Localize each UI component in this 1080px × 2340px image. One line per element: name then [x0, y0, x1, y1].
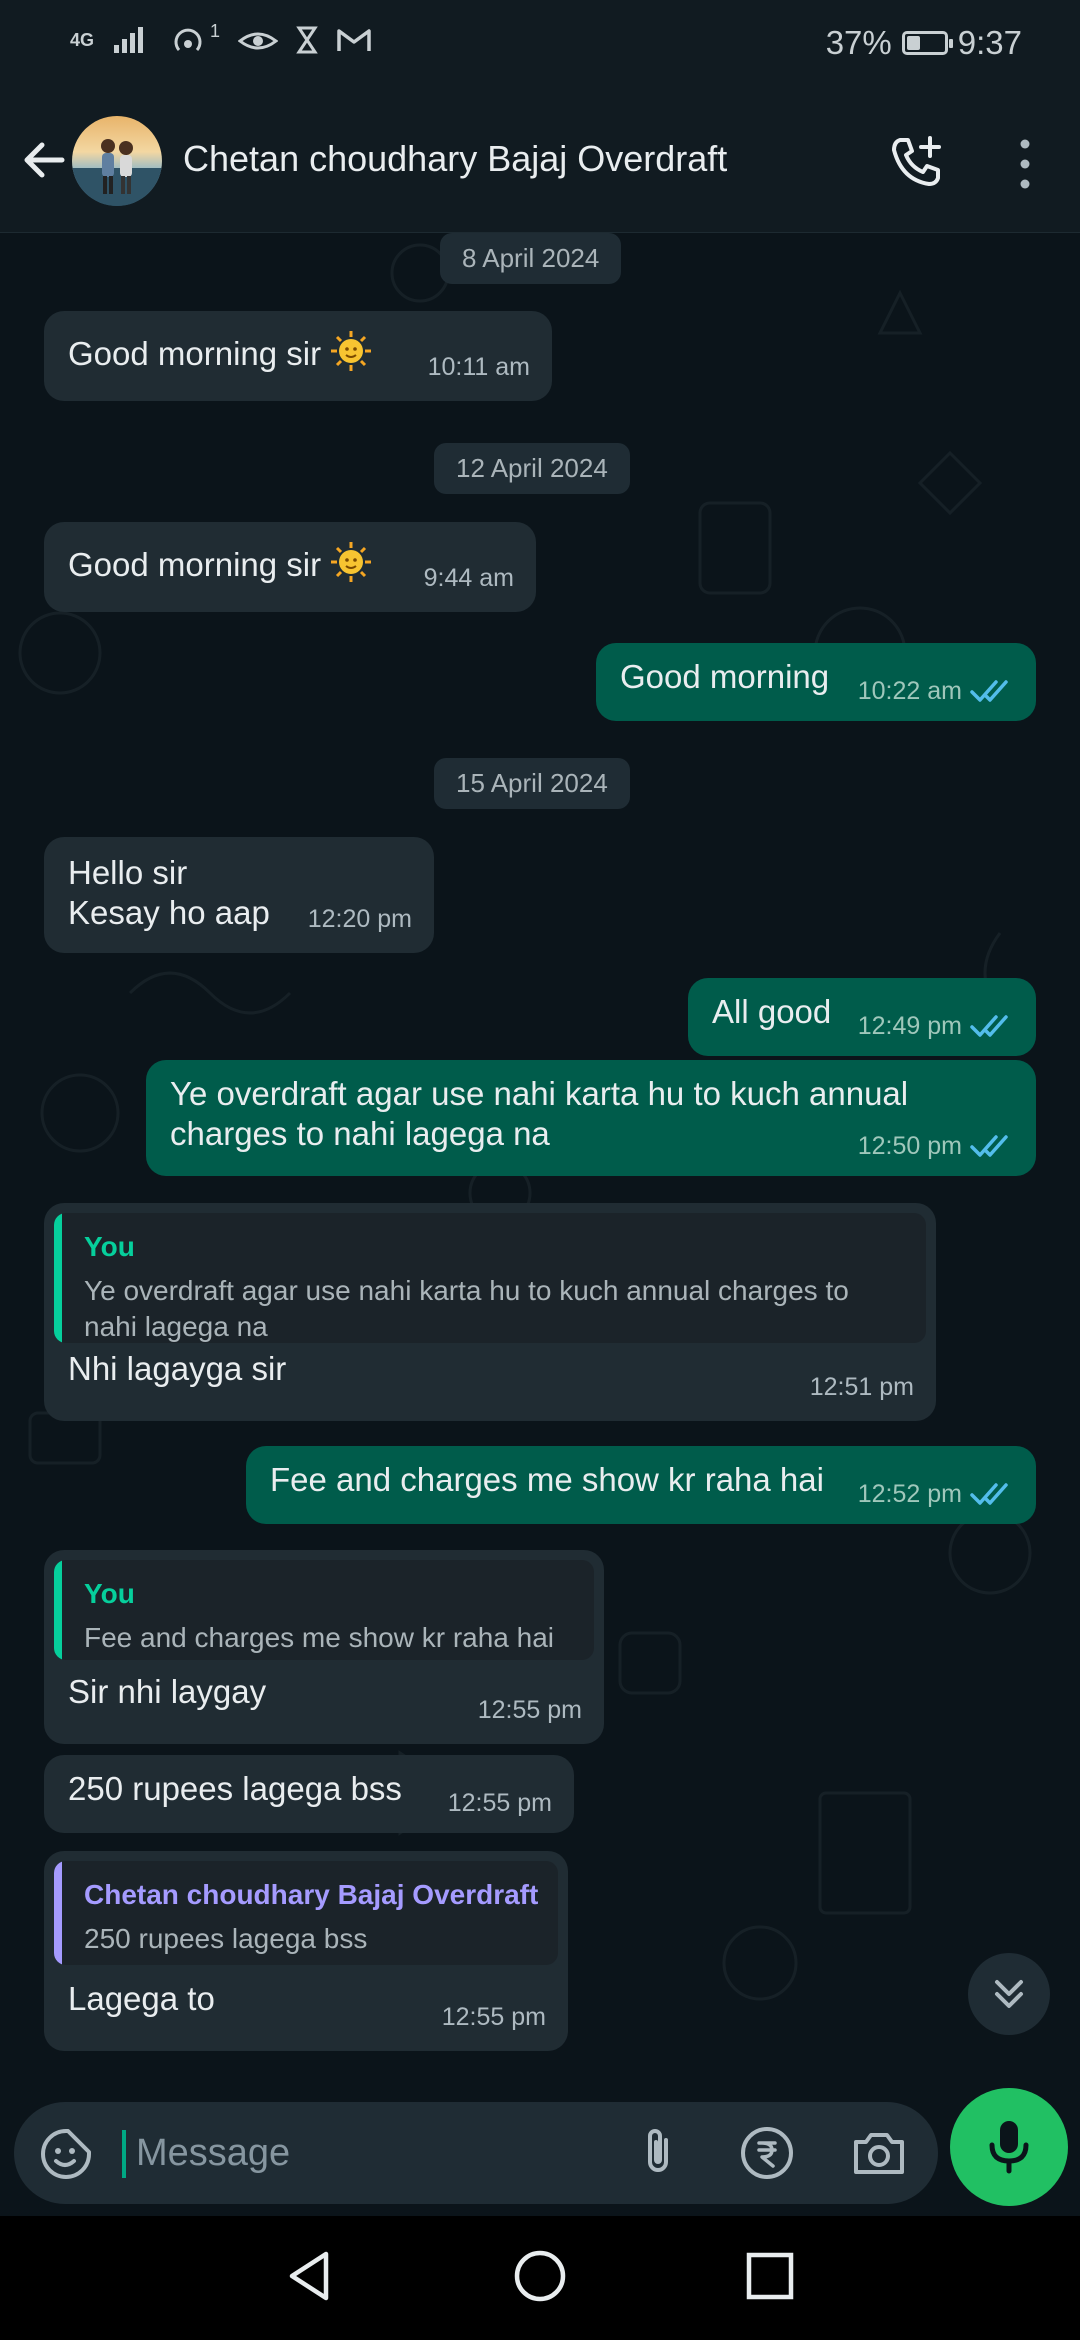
network-type-label: 4G — [70, 29, 95, 50]
message-text: Good morning — [620, 658, 830, 695]
message-time: 12:52 pm — [857, 1480, 962, 1508]
quoted-line: nahi lagega na — [84, 1311, 268, 1342]
nav-recents-icon[interactable] — [740, 2246, 800, 2306]
quoted-message[interactable]: You Fee and charges me show kr raha hai — [54, 1560, 594, 1660]
quoted-line: Ye overdraft agar use nahi karta hu to k… — [84, 1275, 849, 1306]
date-divider: 8 April 2024 — [440, 233, 622, 284]
voice-message-button[interactable] — [950, 2088, 1068, 2206]
read-ticks-icon — [970, 1015, 1008, 1037]
back-arrow-icon[interactable] — [18, 134, 70, 186]
add-call-icon[interactable] — [886, 132, 946, 192]
status-bar: 4G 1 37% 9:37 — [0, 0, 1080, 92]
message-text: Nhi lagayga sir — [68, 1350, 287, 1387]
text-caret — [122, 2130, 126, 2178]
date-divider: 12 April 2024 — [434, 443, 630, 494]
message-time: 10:11 am — [427, 353, 530, 381]
message-time: 10:22 am — [857, 677, 962, 705]
quoted-sender: Chetan choudhary Bajaj Overdraft — [84, 1879, 539, 1910]
message-time: 12:55 pm — [477, 1696, 582, 1724]
sun-face-emoji-icon — [331, 331, 372, 371]
chat-area[interactable]: 8 April 2024 Good morning sir 10:11 am 1… — [0, 233, 1080, 2090]
message-time: 12:51 pm — [809, 1373, 914, 1401]
gmail-icon — [337, 29, 371, 51]
attach-icon[interactable] — [630, 2124, 686, 2180]
message-text: Lagega to — [68, 1980, 215, 2017]
hotspot-icon — [174, 28, 202, 51]
double-chevron-down-icon — [995, 1980, 1023, 2008]
incoming-reply-message[interactable]: Chetan choudhary Bajaj Overdraft 250 rup… — [44, 1851, 568, 2051]
contact-name[interactable]: Chetan choudhary Bajaj Overdraft — [183, 138, 727, 180]
quoted-line: Fee and charges me show kr raha hai — [84, 1622, 555, 1653]
chat-header: Chetan choudhary Bajaj Overdraft — [0, 92, 1080, 233]
sun-face-emoji-icon — [331, 542, 372, 582]
outgoing-message[interactable]: Fee and charges me show kr raha hai 12:5… — [246, 1446, 1036, 1524]
message-text: Good morning sir — [68, 546, 322, 583]
quoted-sender: You — [84, 1578, 135, 1609]
hourglass-icon — [296, 26, 318, 54]
message-time: 12:50 pm — [857, 1132, 962, 1160]
message-text: Fee and charges me show kr raha hai — [270, 1461, 824, 1498]
message-time: 12:55 pm — [447, 1789, 552, 1817]
message-input[interactable]: Message — [136, 2132, 290, 2175]
incoming-reply-message[interactable]: You Ye overdraft agar use nahi karta hu … — [44, 1203, 936, 1421]
quoted-message[interactable]: You Ye overdraft agar use nahi karta hu … — [54, 1213, 926, 1343]
message-time: 12:20 pm — [307, 905, 412, 933]
outgoing-message[interactable]: Ye overdraft agar use nahi karta hu to k… — [146, 1060, 1036, 1176]
incoming-message[interactable]: Good morning sir 9:44 am — [44, 522, 536, 612]
message-time: 9:44 am — [423, 564, 514, 592]
clock: 9:37 — [957, 24, 1022, 61]
scroll-to-bottom-button[interactable] — [968, 1953, 1050, 2035]
quoted-message[interactable]: Chetan choudhary Bajaj Overdraft 250 rup… — [54, 1861, 558, 1965]
mic-icon — [989, 2121, 1029, 2174]
message-line: Ye overdraft agar use nahi karta hu to k… — [170, 1075, 909, 1112]
battery-icon — [901, 31, 953, 55]
message-text: 250 rupees lagega bss — [68, 1770, 402, 1807]
read-ticks-icon — [970, 1135, 1008, 1157]
signal-icon — [114, 27, 144, 53]
more-vert-icon[interactable] — [1010, 136, 1040, 192]
nav-home-icon[interactable] — [510, 2246, 570, 2306]
message-text: All good — [712, 993, 832, 1030]
incoming-message[interactable]: Good morning sir 10:11 am — [44, 311, 552, 401]
incoming-reply-message[interactable]: You Fee and charges me show kr raha hai … — [44, 1550, 604, 1744]
quoted-sender: You — [84, 1231, 135, 1262]
avatar[interactable] — [72, 116, 162, 206]
battery-percent: 37% — [825, 24, 892, 61]
read-ticks-icon — [970, 1483, 1008, 1505]
message-text: Good morning sir — [68, 335, 322, 372]
read-ticks-icon — [970, 680, 1008, 702]
camera-icon[interactable] — [850, 2124, 908, 2182]
message-time: 12:55 pm — [441, 2003, 546, 2031]
message-composer: Message — [14, 2102, 938, 2204]
notification-count: 1 — [210, 20, 221, 41]
system-navigation-bar — [0, 2216, 1080, 2340]
status-right: 37% 9:37 — [826, 24, 1022, 62]
outgoing-message[interactable]: Good morning 10:22 am — [596, 643, 1036, 721]
message-time: 12:49 pm — [857, 1012, 962, 1040]
message-line: Hello sir — [68, 854, 188, 891]
status-icons: 4G 1 — [70, 20, 372, 58]
sticker-icon[interactable] — [38, 2126, 94, 2182]
nav-back-icon[interactable] — [280, 2246, 340, 2306]
eye-comfort-icon — [238, 32, 279, 50]
incoming-message[interactable]: 250 rupees lagega bss 12:55 pm — [44, 1755, 574, 1833]
incoming-message[interactable]: Hello sir Kesay ho aap 12:20 pm — [44, 837, 434, 953]
date-divider: 15 April 2024 — [434, 758, 630, 809]
quoted-line: 250 rupees lagega bss — [84, 1923, 368, 1954]
outgoing-message[interactable]: All good 12:49 pm — [688, 978, 1036, 1056]
rupee-payment-icon[interactable] — [738, 2124, 796, 2182]
message-text: Sir nhi laygay — [68, 1673, 267, 1710]
